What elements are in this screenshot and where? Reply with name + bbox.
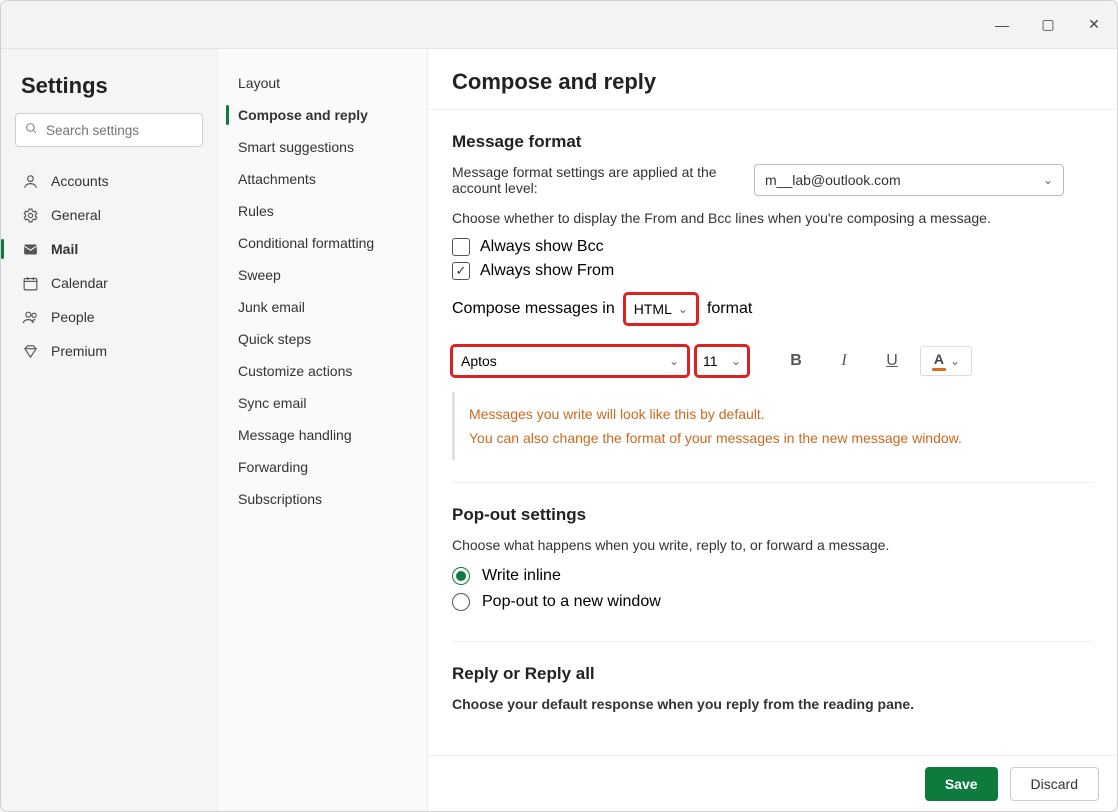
nav-label: Premium bbox=[51, 343, 107, 359]
minimize-button[interactable]: — bbox=[979, 1, 1025, 49]
nav-item-premium[interactable]: Premium bbox=[15, 335, 203, 367]
save-button[interactable]: Save bbox=[925, 767, 998, 801]
compose-in-post: format bbox=[707, 300, 752, 318]
section-message-format: Message format Message format settings a… bbox=[452, 126, 1093, 482]
main-header: Compose and reply bbox=[428, 49, 1117, 110]
subnav-quick[interactable]: Quick steps bbox=[218, 323, 427, 355]
font-size-dropdown[interactable]: 11 ⌄ bbox=[696, 346, 748, 376]
chevron-down-icon: ⌄ bbox=[950, 354, 960, 368]
subnav-sweep[interactable]: Sweep bbox=[218, 259, 427, 291]
reply-desc: Choose your default response when you re… bbox=[452, 696, 1093, 712]
subnav-smart[interactable]: Smart suggestions bbox=[218, 131, 427, 163]
nav: Accounts General Mail bbox=[15, 165, 203, 367]
footer: Save Discard bbox=[428, 755, 1117, 811]
subnav-compose[interactable]: Compose and reply bbox=[218, 99, 427, 131]
popout-inline-radio[interactable] bbox=[452, 567, 470, 585]
chevron-down-icon: ⌄ bbox=[678, 302, 688, 316]
popout-window-label: Pop-out to a new window bbox=[482, 593, 661, 611]
font-size-value: 11 bbox=[703, 353, 718, 369]
calendar-icon bbox=[21, 274, 39, 292]
subnav-layout[interactable]: Layout bbox=[218, 67, 427, 99]
nav-label: Accounts bbox=[51, 173, 109, 189]
always-from-row[interactable]: ✓ Always show From bbox=[452, 262, 1093, 280]
subnav-attachments[interactable]: Attachments bbox=[218, 163, 427, 195]
popout-inline-row[interactable]: Write inline bbox=[452, 567, 1093, 585]
subnav-junk[interactable]: Junk email bbox=[218, 291, 427, 323]
compose-format-dropdown[interactable]: HTML ⌄ bbox=[625, 294, 697, 324]
settings-title: Settings bbox=[21, 73, 197, 99]
chevron-down-icon: ⌄ bbox=[669, 354, 679, 368]
preview-line-2: You can also change the format of your m… bbox=[469, 430, 1093, 446]
subnav: Layout Compose and reply Smart suggestio… bbox=[218, 49, 428, 811]
sidebar: Settings Accounts Genera bbox=[1, 49, 218, 811]
preview-block: Messages you write will look like this b… bbox=[452, 392, 1093, 460]
mail-icon bbox=[21, 240, 39, 258]
nav-label: Mail bbox=[51, 241, 78, 257]
nav-item-mail[interactable]: Mail bbox=[15, 233, 203, 265]
message-format-heading: Message format bbox=[452, 132, 1093, 152]
font-name-value: Aptos bbox=[461, 353, 497, 369]
font-name-dropdown[interactable]: Aptos ⌄ bbox=[452, 346, 688, 376]
page-title: Compose and reply bbox=[452, 69, 1093, 95]
always-bcc-row[interactable]: Always show Bcc bbox=[452, 238, 1093, 256]
always-bcc-label: Always show Bcc bbox=[480, 238, 604, 256]
font-color-icon: A bbox=[934, 351, 944, 367]
diamond-icon bbox=[21, 342, 39, 360]
nav-item-general[interactable]: General bbox=[15, 199, 203, 231]
section-reply: Reply or Reply all Choose your default r… bbox=[452, 641, 1093, 734]
subnav-customize[interactable]: Customize actions bbox=[218, 355, 427, 387]
titlebar: — ▢ ✕ bbox=[1, 1, 1117, 49]
bold-button[interactable]: B bbox=[776, 346, 816, 376]
always-from-label: Always show From bbox=[480, 262, 614, 280]
main-scroll[interactable]: Message format Message format settings a… bbox=[428, 110, 1117, 755]
compose-format-value: HTML bbox=[634, 301, 672, 317]
section-popout: Pop-out settings Choose what happens whe… bbox=[452, 482, 1093, 641]
nav-label: Calendar bbox=[51, 275, 108, 291]
popout-desc: Choose what happens when you write, repl… bbox=[452, 537, 1093, 553]
message-format-desc: Message format settings are applied at t… bbox=[452, 164, 732, 196]
subnav-subscriptions[interactable]: Subscriptions bbox=[218, 483, 427, 515]
maximize-button[interactable]: ▢ bbox=[1025, 1, 1071, 49]
search-input[interactable] bbox=[15, 113, 203, 147]
italic-button[interactable]: I bbox=[824, 346, 864, 376]
from-bcc-hint: Choose whether to display the From and B… bbox=[452, 210, 1093, 226]
subnav-handling[interactable]: Message handling bbox=[218, 419, 427, 451]
nav-item-people[interactable]: People bbox=[15, 301, 203, 333]
compose-in-pre: Compose messages in bbox=[452, 300, 615, 318]
subnav-conditional[interactable]: Conditional formatting bbox=[218, 227, 427, 259]
popout-inline-label: Write inline bbox=[482, 567, 561, 585]
chevron-down-icon: ⌄ bbox=[1043, 173, 1053, 187]
chevron-down-icon: ⌄ bbox=[731, 354, 741, 368]
reply-heading: Reply or Reply all bbox=[452, 664, 1093, 684]
font-color-swatch bbox=[932, 368, 946, 371]
discard-button[interactable]: Discard bbox=[1010, 767, 1099, 801]
always-bcc-checkbox[interactable] bbox=[452, 238, 470, 256]
nav-item-accounts[interactable]: Accounts bbox=[15, 165, 203, 197]
subnav-forwarding[interactable]: Forwarding bbox=[218, 451, 427, 483]
nav-item-calendar[interactable]: Calendar bbox=[15, 267, 203, 299]
gear-icon bbox=[21, 206, 39, 224]
always-from-checkbox[interactable]: ✓ bbox=[452, 262, 470, 280]
underline-button[interactable]: U bbox=[872, 346, 912, 376]
nav-label: General bbox=[51, 207, 101, 223]
popout-window-radio[interactable] bbox=[452, 593, 470, 611]
subnav-rules[interactable]: Rules bbox=[218, 195, 427, 227]
settings-window: — ▢ ✕ Settings Accounts bbox=[0, 0, 1118, 812]
person-icon bbox=[21, 172, 39, 190]
search-icon bbox=[25, 122, 38, 138]
people-icon bbox=[21, 308, 39, 326]
subnav-sync[interactable]: Sync email bbox=[218, 387, 427, 419]
popout-heading: Pop-out settings bbox=[452, 505, 1093, 525]
preview-line-1: Messages you write will look like this b… bbox=[469, 406, 1093, 422]
font-color-button[interactable]: A ⌄ bbox=[920, 346, 972, 376]
account-dropdown[interactable]: m__lab@outlook.com ⌄ bbox=[754, 164, 1064, 196]
main-pane: Compose and reply Message format Message… bbox=[428, 49, 1117, 811]
nav-label: People bbox=[51, 309, 95, 325]
popout-window-row[interactable]: Pop-out to a new window bbox=[452, 593, 1093, 611]
account-selected: m__lab@outlook.com bbox=[765, 172, 901, 188]
close-button[interactable]: ✕ bbox=[1071, 1, 1117, 49]
